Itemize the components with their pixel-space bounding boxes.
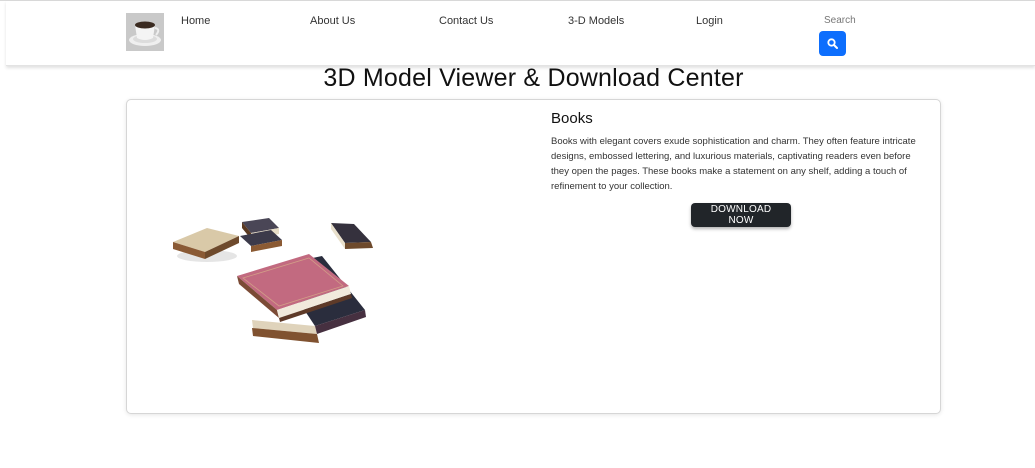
nav-contact-us[interactable]: Contact Us <box>439 15 493 27</box>
search-input[interactable] <box>824 13 884 27</box>
nav-login[interactable]: Login <box>696 15 723 27</box>
books-model-image <box>173 218 373 343</box>
nav-about-us[interactable]: About Us <box>310 15 355 27</box>
product-card: Books Books with elegant covers exude so… <box>126 99 941 414</box>
product-title: Books <box>551 110 593 127</box>
product-description: Books with elegant covers exude sophisti… <box>551 136 916 192</box>
download-now-button[interactable]: DOWNLOAD NOW <box>691 203 791 227</box>
page-title: 3D Model Viewer & Download Center <box>323 64 744 92</box>
3d-model-viewer[interactable] <box>167 218 427 368</box>
nav-home[interactable]: Home <box>181 15 210 27</box>
search-button[interactable] <box>819 31 846 56</box>
nav-3d-models[interactable]: 3-D Models <box>568 15 624 27</box>
navbar: Home About Us Contact Us 3-D Models Logi… <box>6 1 1035 66</box>
search-icon <box>827 38 838 49</box>
coffee-cup-logo[interactable] <box>126 13 164 51</box>
